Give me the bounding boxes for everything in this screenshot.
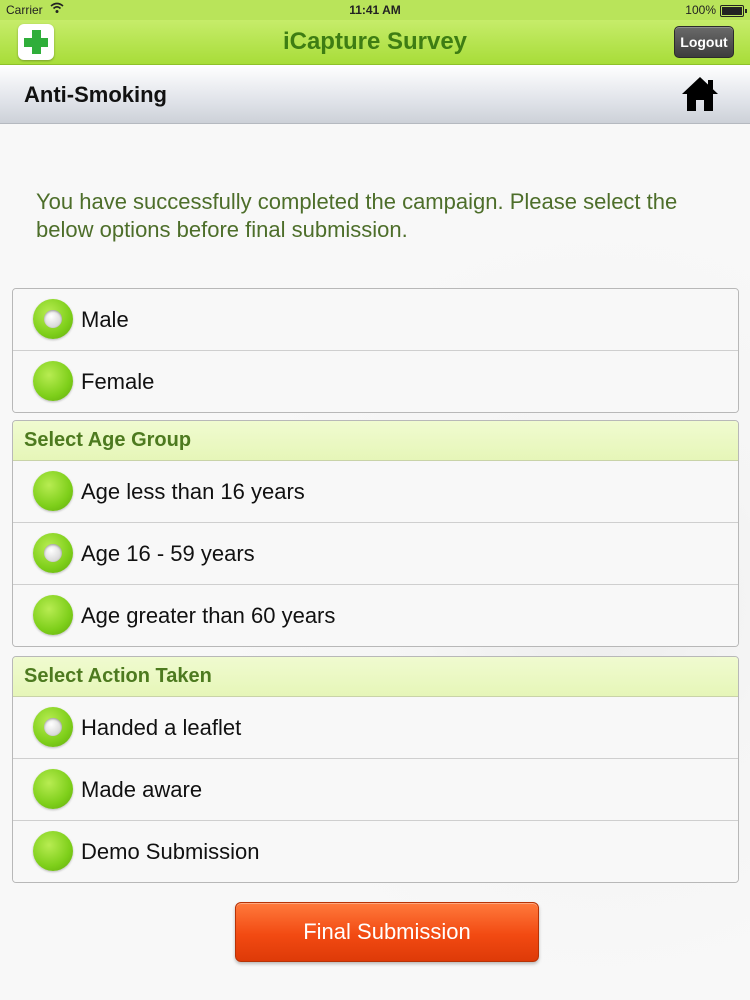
option-age-under-16[interactable]: Age less than 16 years (13, 461, 738, 523)
radio-button[interactable] (33, 533, 73, 573)
logout-button[interactable]: Logout (674, 26, 734, 58)
radio-button[interactable] (33, 299, 73, 339)
radio-button[interactable] (33, 595, 73, 635)
radio-button[interactable] (33, 707, 73, 747)
option-label: Made aware (81, 777, 203, 802)
option-male[interactable]: Male (13, 289, 738, 351)
home-icon[interactable] (680, 75, 720, 113)
age-group-header: Select Age Group (13, 421, 738, 461)
completion-message: You have successfully completed the camp… (36, 189, 678, 242)
radio-button[interactable] (33, 471, 73, 511)
action-taken-header: Select Action Taken (13, 657, 738, 697)
option-label: Female (81, 369, 155, 394)
gender-group: Male Female (12, 288, 739, 413)
option-female[interactable]: Female (13, 351, 738, 412)
option-label: Male (81, 307, 129, 332)
app-title: iCapture Survey (282, 28, 468, 55)
survey-content: You have successfully completed the camp… (0, 124, 750, 1000)
radio-button[interactable] (33, 769, 73, 809)
option-made-aware[interactable]: Made aware (13, 759, 738, 821)
option-label: Handed a leaflet (81, 715, 242, 740)
status-bar: Carrier 11:41 AM 100% (0, 0, 750, 20)
option-age-16-59[interactable]: Age 16 - 59 years (13, 523, 738, 585)
option-label: Demo Submission (81, 839, 260, 864)
battery-icon (720, 5, 747, 17)
option-label: Age less than 16 years (81, 479, 305, 504)
nav-bar: iCapture Survey Logout (0, 20, 750, 65)
status-time: 11:41 AM (349, 3, 401, 17)
page-title: Anti-Smoking (24, 82, 167, 107)
option-demo-submission[interactable]: Demo Submission (13, 821, 738, 882)
option-label: Age greater than 60 years (81, 603, 336, 628)
age-group: Select Age Group Age less than 16 years … (12, 420, 739, 647)
option-label: Age 16 - 59 years (81, 541, 255, 566)
page-header: Anti-Smoking (0, 65, 750, 124)
radio-button[interactable] (33, 361, 73, 401)
battery-percent: 100% (685, 3, 716, 17)
action-taken-group: Select Action Taken Handed a leaflet Mad… (12, 656, 739, 883)
option-age-over-60[interactable]: Age greater than 60 years (13, 585, 738, 646)
final-submission-button[interactable]: Final Submission (235, 902, 539, 962)
radio-button[interactable] (33, 831, 73, 871)
option-handed-leaflet[interactable]: Handed a leaflet (13, 697, 738, 759)
